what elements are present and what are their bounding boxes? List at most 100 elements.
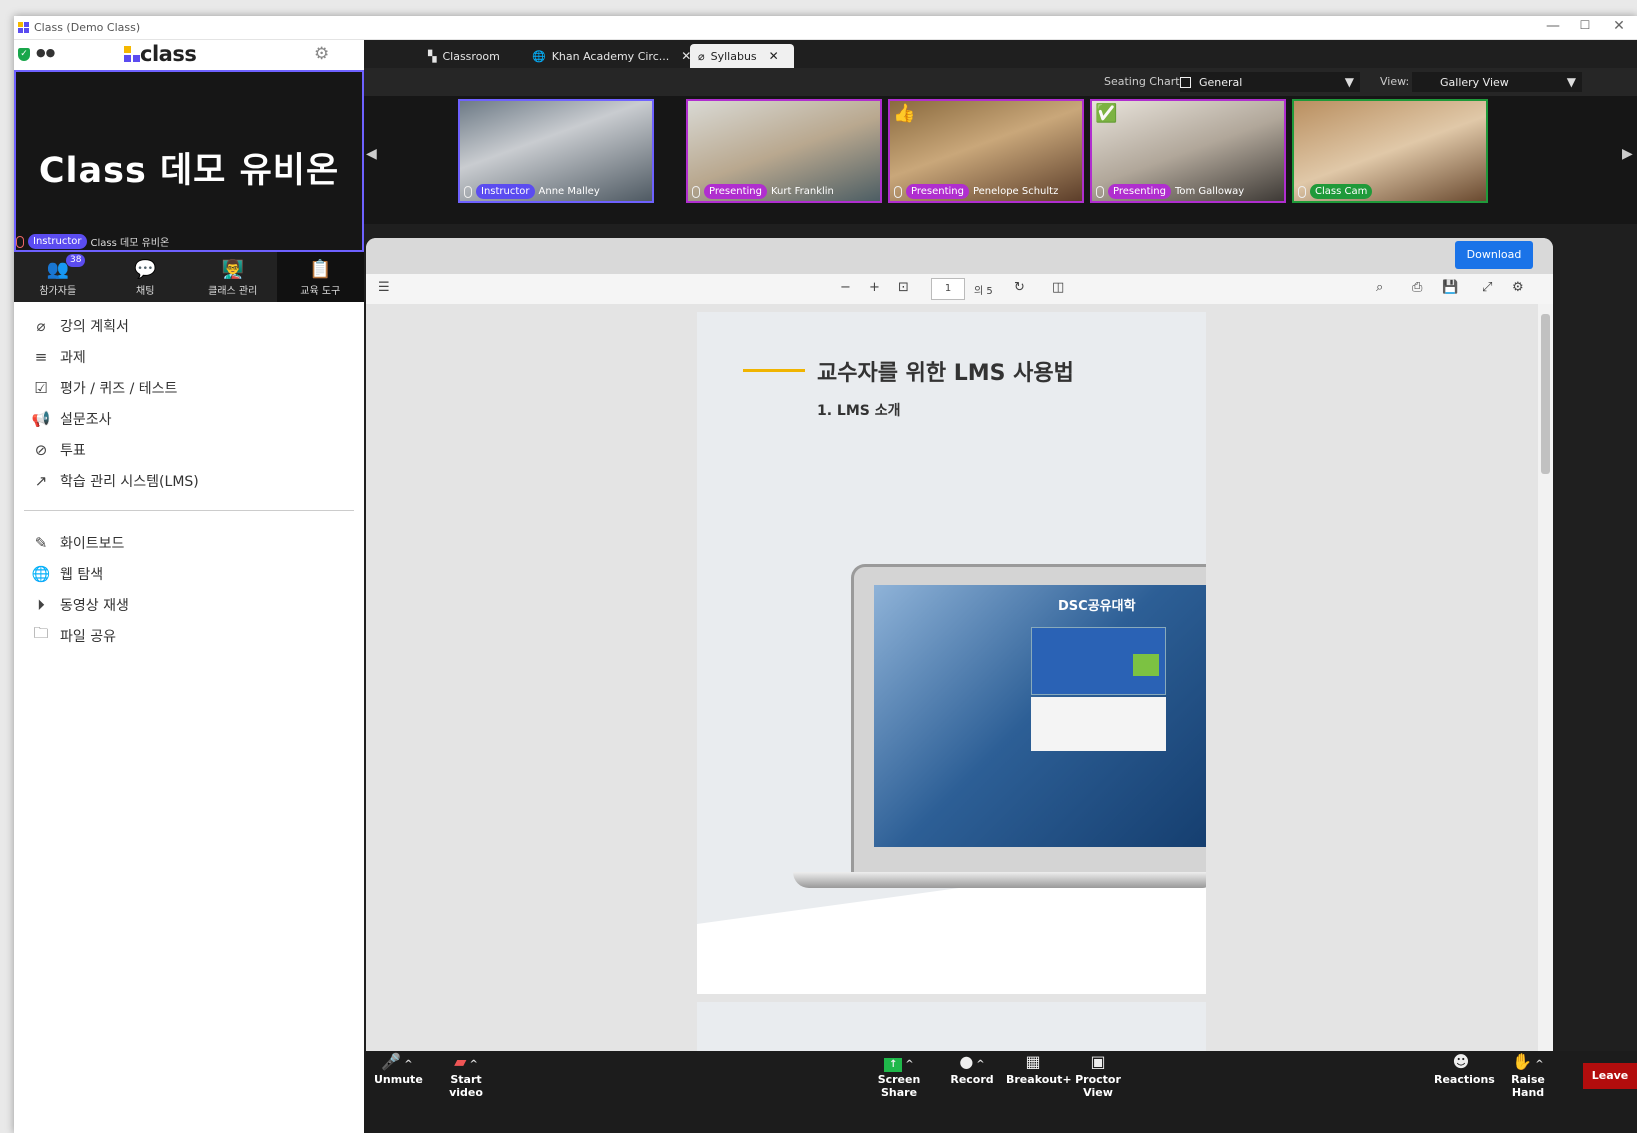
video-tile[interactable]: ✅ Presenting Tom Galloway [1090, 99, 1286, 203]
role-badge: Instructor [28, 234, 87, 249]
scrollbar-thumb[interactable] [1541, 314, 1550, 474]
leave-button[interactable]: Leave [1583, 1063, 1637, 1089]
start-video-button[interactable]: ▰ ^ Start video [436, 1051, 496, 1099]
seating-chart-select[interactable]: General ▼ [1180, 72, 1360, 92]
screen-share-button[interactable]: ↑ ^ Screen Share [864, 1051, 934, 1099]
minimize-button[interactable]: — [1538, 18, 1568, 34]
participant-name: Tom Galloway [1174, 186, 1245, 197]
page-number-input[interactable]: 1 [931, 278, 965, 300]
mic-icon [894, 185, 902, 198]
menu-label: 파일 공유 [60, 628, 116, 645]
tab-khan-academy[interactable]: 🌐 Khan Academy Circ... ✕ [524, 44, 699, 68]
mic-muted-icon [16, 235, 24, 248]
globe-icon: 🌐 [532, 49, 546, 63]
settings-gear-icon[interactable]: ⚙ [314, 44, 329, 64]
menu-item-file-share[interactable]: 🗀 파일 공유 [14, 620, 364, 651]
button-label: Proctor View [1075, 1073, 1121, 1099]
dropdown-arrow-icon: ▼ [1566, 75, 1576, 89]
assignment-list-icon: ≡ [34, 347, 48, 366]
unmute-button[interactable]: 🎤 ^ Unmute [374, 1051, 423, 1086]
video-tile[interactable]: Presenting Kurt Franklin [686, 99, 882, 203]
fit-width-icon[interactable]: ⊡ [898, 280, 909, 295]
reactions-button[interactable]: ☻ Reactions [1434, 1051, 1495, 1086]
close-window-button[interactable]: ✕ [1604, 18, 1634, 34]
pdf-page-next [697, 1002, 1206, 1051]
mic-muted-icon: 🎤 ^ [381, 1052, 413, 1071]
fullscreen-icon[interactable]: ⤢ [1482, 280, 1492, 295]
gallery-next-arrow[interactable]: ▶ [1622, 146, 1633, 162]
view-select[interactable]: Gallery View ▼ [1412, 72, 1582, 92]
megaphone-icon: 📢 [31, 409, 51, 428]
zoom-in-button[interactable]: + [869, 280, 880, 295]
menu-item-video-play[interactable]: ⏵ 동영상 재생 [14, 589, 364, 620]
self-view-caption-name: Class 데모 유비온 [90, 238, 170, 249]
role-badge: Presenting [704, 184, 767, 199]
menu-item-syllabus[interactable]: ⌀ 강의 계획서 [14, 310, 364, 341]
outline-list-icon[interactable]: ☰ [378, 280, 390, 295]
tab-label: 교육 도구 [300, 286, 341, 297]
focus-eyes-icon[interactable]: ●● [36, 46, 55, 59]
menu-item-assignment[interactable]: ≡ 과제 [14, 341, 364, 372]
tab-participants[interactable]: 👥 38 참가자들 [14, 252, 102, 302]
video-tile[interactable]: Instructor Anne Malley [458, 99, 654, 203]
search-icon[interactable]: ⌕ [1376, 280, 1383, 295]
viewer-scrollbar[interactable] [1538, 304, 1553, 1051]
rotate-icon[interactable]: ↻ [1014, 280, 1025, 295]
video-tile[interactable]: 👍 Presenting Penelope Schultz [888, 99, 1084, 203]
print-icon[interactable]: ⎙ [1412, 280, 1422, 295]
menu-item-quiz[interactable]: ☑ 평가 / 퀴즈 / 테스트 [14, 372, 364, 403]
self-view-caption: Instructor Class 데모 유비온 [16, 234, 169, 249]
screen-login-button [1133, 654, 1159, 676]
classroom-icon: ▚ [428, 49, 437, 63]
self-video-view[interactable]: Class 데모 유비온 Instructor Class 데모 유비온 [14, 70, 364, 252]
save-icon[interactable]: 💾 [1442, 280, 1458, 295]
thumbs-up-reaction-icon: 👍 [893, 103, 916, 124]
gallery-prev-arrow[interactable]: ◀ [366, 146, 377, 162]
app-window: Class (Demo Class) — ☐ ✕ ✓ ●● class ⚙ Cl… [14, 16, 1637, 1133]
video-off-icon: ▰ ^ [454, 1052, 478, 1071]
menu-label: 웹 탐색 [60, 566, 104, 583]
tab-classroom[interactable]: ▚ Classroom [420, 44, 508, 68]
proctor-view-button[interactable]: ▣ Proctor View [1066, 1051, 1130, 1099]
paperclip-icon: ⌀ [698, 49, 705, 63]
breakout-button[interactable]: ▦ Breakout+ [1006, 1051, 1072, 1086]
maximize-button[interactable]: ☐ [1570, 18, 1600, 32]
caret-up-icon: ^ [976, 1059, 985, 1070]
raise-hand-button[interactable]: ✋ ^ Raise Hand [1496, 1051, 1560, 1099]
tab-teaching-tools[interactable]: 📋 교육 도구 [276, 252, 364, 302]
menu-item-web-browse[interactable]: 🌐 웹 탐색 [14, 558, 364, 589]
menu-item-whiteboard[interactable]: ✎ 화이트보드 [14, 527, 364, 558]
globe-icon: 🌐 [31, 564, 51, 583]
check-reaction-icon: ✅ [1095, 103, 1118, 124]
menu-item-vote[interactable]: ⊘ 투표 [14, 434, 364, 465]
record-button[interactable]: ● ^ Record [950, 1051, 994, 1086]
seating-chart-value: General [1199, 75, 1243, 89]
logo-text: class [140, 42, 197, 66]
video-tile[interactable]: Class Cam [1292, 99, 1488, 203]
menu-label: 강의 계획서 [60, 318, 129, 335]
button-label: Raise Hand [1511, 1073, 1545, 1099]
menu-divider [24, 510, 354, 511]
menu-item-survey[interactable]: 📢 설문조사 [14, 403, 364, 434]
zoom-out-button[interactable]: − [840, 280, 851, 295]
participant-name: Penelope Schultz [972, 186, 1059, 197]
laptop-image: DSC공유대학 [851, 564, 1206, 876]
close-tab-icon[interactable]: ✕ [769, 49, 779, 63]
page-layout-icon[interactable]: ◫ [1052, 280, 1064, 295]
viewer-top-bar: Download [366, 238, 1553, 274]
dropdown-arrow-icon: ▼ [1344, 75, 1354, 89]
checkbox-icon [1180, 76, 1191, 88]
video-caption: Instructor Anne Malley [464, 184, 600, 199]
tab-class-management[interactable]: 👨‍🏫 클래스 관리 [189, 252, 277, 302]
video-caption: Presenting Penelope Schultz [894, 184, 1058, 199]
download-button[interactable]: Download [1455, 241, 1533, 269]
viewer-settings-icon[interactable]: ⚙ [1512, 280, 1524, 295]
menu-item-lms[interactable]: ↗ 학습 관리 시스템(LMS) [14, 465, 364, 496]
page-total: 의 5 [974, 286, 993, 297]
content-tab-bar: ▚ Classroom 🌐 Khan Academy Circ... ✕ ⌀ S… [364, 40, 1637, 68]
tab-chat[interactable]: 💬 채팅 [102, 252, 190, 302]
tab-label: Classroom [442, 49, 500, 63]
security-shield-icon[interactable]: ✓ [18, 48, 30, 61]
tab-syllabus[interactable]: ⌀ Syllabus ✕ [690, 44, 794, 68]
menu-label: 투표 [60, 442, 86, 459]
